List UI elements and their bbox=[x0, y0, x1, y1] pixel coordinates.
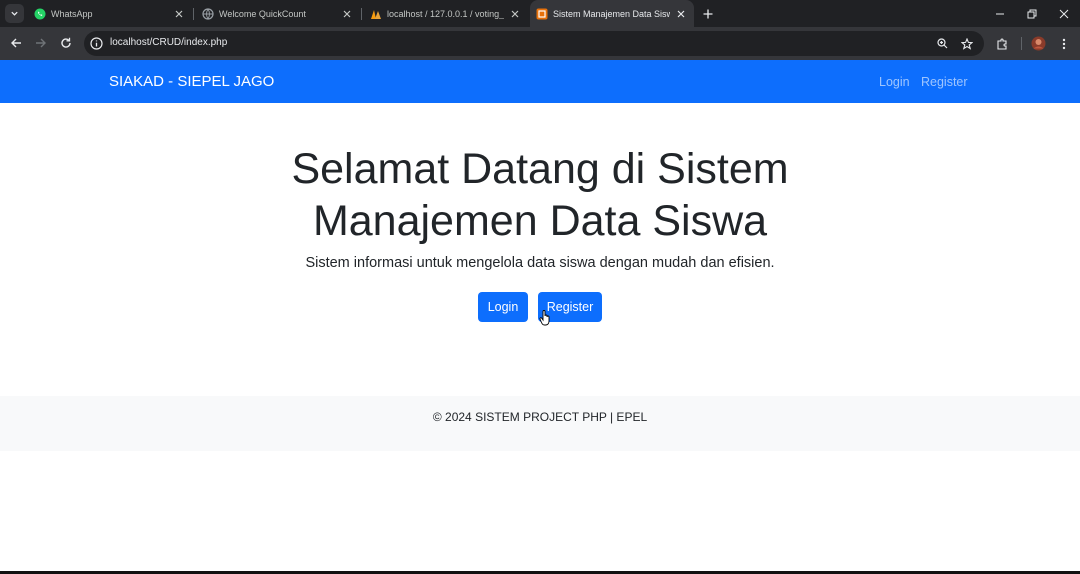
browser-menu-button[interactable] bbox=[1056, 36, 1071, 51]
close-icon[interactable] bbox=[508, 7, 522, 21]
star-icon[interactable] bbox=[960, 37, 973, 50]
tab-separator bbox=[361, 8, 362, 20]
reload-icon bbox=[61, 37, 71, 48]
tab-title: WhatsApp bbox=[51, 8, 93, 19]
address-bar[interactable]: localhost/CRUD/index.php bbox=[84, 31, 984, 56]
browser-toolbar: localhost/CRUD/index.php bbox=[0, 27, 1080, 60]
profile-avatar[interactable] bbox=[1031, 36, 1046, 51]
nav-link-login[interactable]: Login bbox=[879, 75, 910, 89]
close-icon bbox=[1059, 9, 1068, 18]
tab-sistem-manajemen[interactable]: Sistem Manajemen Data Siswa bbox=[530, 0, 694, 27]
more-vertical-icon bbox=[1062, 38, 1065, 49]
avatar-icon bbox=[1031, 36, 1046, 51]
restore-button[interactable] bbox=[1015, 0, 1048, 27]
bootstrap-icon bbox=[536, 8, 548, 20]
plus-icon bbox=[703, 9, 712, 18]
login-button[interactable]: Login bbox=[478, 292, 528, 322]
site-navbar: SIAKAD - SIEPEL JAGO Login Register bbox=[0, 60, 1080, 103]
close-icon[interactable] bbox=[674, 7, 688, 21]
forward-button[interactable] bbox=[33, 35, 49, 51]
whatsapp-icon bbox=[34, 8, 46, 20]
close-icon[interactable] bbox=[172, 7, 186, 21]
navbar-brand[interactable]: SIAKAD - SIEPEL JAGO bbox=[109, 73, 274, 90]
globe-icon bbox=[202, 7, 214, 20]
browser-tab-strip: WhatsApp Welcome QuickCount localhost / … bbox=[0, 0, 1080, 27]
tab-search-button[interactable] bbox=[5, 4, 24, 23]
close-window-button[interactable] bbox=[1047, 0, 1080, 27]
arrow-right-icon bbox=[36, 38, 46, 48]
new-tab-button[interactable] bbox=[700, 6, 715, 21]
tab-title: Welcome QuickCount bbox=[219, 8, 306, 19]
tab-title: localhost / 127.0.0.1 / voting_di bbox=[387, 8, 504, 19]
hand-cursor-icon bbox=[539, 310, 550, 326]
zoom-icon[interactable] bbox=[936, 37, 949, 50]
nav-link-register[interactable]: Register bbox=[921, 75, 968, 89]
minimize-icon bbox=[995, 13, 1004, 14]
tab-whatsapp[interactable]: WhatsApp bbox=[30, 0, 190, 27]
extensions-button[interactable] bbox=[994, 36, 1009, 51]
reload-button[interactable] bbox=[58, 35, 74, 51]
info-icon[interactable] bbox=[90, 37, 103, 50]
footer-copyright: © 2024 SISTEM PROJECT PHP | EPEL bbox=[432, 410, 648, 424]
restore-icon bbox=[1027, 9, 1036, 18]
minimize-button[interactable] bbox=[983, 0, 1016, 27]
tab-title: Sistem Manajemen Data Siswa bbox=[553, 8, 670, 19]
arrow-left-icon bbox=[11, 38, 21, 48]
toolbar-divider bbox=[1021, 37, 1022, 50]
page-title: Selamat Datang di Sistem Manajemen Data … bbox=[0, 143, 1080, 247]
tab-separator bbox=[193, 8, 194, 20]
phpmyadmin-icon bbox=[370, 8, 382, 20]
title-line-1: Selamat Datang di Sistem bbox=[291, 145, 789, 193]
title-line-2: Manajemen Data Siswa bbox=[312, 197, 768, 245]
tab-quickcount[interactable]: Welcome QuickCount bbox=[198, 0, 358, 27]
tab-phpmyadmin[interactable]: localhost / 127.0.0.1 / voting_di bbox=[366, 0, 526, 27]
chevron-down-icon bbox=[11, 11, 18, 16]
page-subtitle: Sistem informasi untuk mengelola data si… bbox=[305, 255, 775, 271]
puzzle-icon bbox=[996, 37, 1007, 50]
url-text[interactable]: localhost/CRUD/index.php bbox=[110, 37, 227, 48]
back-button[interactable] bbox=[8, 35, 24, 51]
site-footer: © 2024 SISTEM PROJECT PHP | EPEL bbox=[0, 396, 1080, 451]
close-icon[interactable] bbox=[340, 7, 354, 21]
